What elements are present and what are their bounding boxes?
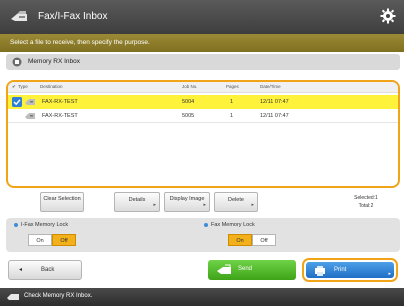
row-pages: 1 — [230, 113, 234, 119]
row-destination: FAX-RX-TEST — [42, 99, 78, 105]
print-button[interactable]: Print ▸ — [302, 258, 398, 282]
instruction-bar: Select a file to receive, then specify t… — [0, 34, 404, 52]
fax-machine-icon — [11, 11, 27, 21]
back-label: Back — [41, 267, 55, 273]
fax-lock-off-button[interactable]: Off — [252, 234, 276, 246]
file-list: ✔ Type Destination Job No. Pages Date/Ti… — [6, 80, 400, 188]
display-image-button[interactable]: Display Image ▸ — [164, 192, 210, 212]
back-arrow-icon: ◂ — [19, 267, 23, 273]
table-row[interactable]: FAX-RX-TEST 5004 1 12/11 07:47 — [8, 95, 398, 109]
clear-selection-button[interactable]: Clear Selection — [40, 192, 84, 212]
checkbox-checked-icon — [12, 97, 22, 107]
chevron-right-icon: ▸ — [153, 202, 156, 208]
printer-icon — [315, 266, 325, 276]
send-button[interactable]: Send — [208, 260, 296, 280]
fax-machine-icon — [7, 294, 19, 300]
table-row[interactable]: FAX-RX-TEST 5005 1 12/11 07:47 — [8, 109, 398, 123]
selected-count: Selected:1 — [354, 195, 378, 201]
instruction-text: Select a file to receive, then specify t… — [10, 39, 150, 46]
header-datetime: Date/Time — [260, 84, 281, 89]
bullet-icon — [14, 222, 18, 227]
clear-selection-label: Clear Selection — [43, 196, 81, 202]
window-title: Fax/I-Fax Inbox — [38, 11, 108, 22]
header-job-no: Job No. — [182, 84, 198, 89]
fax-icon — [25, 113, 35, 119]
bullet-icon — [204, 222, 208, 227]
row-destination: FAX-RX-TEST — [42, 113, 78, 119]
fax-lock-on-button[interactable]: On — [228, 234, 252, 246]
fax-icon — [25, 99, 35, 105]
header-check: ✔ — [12, 84, 16, 89]
row-pages: 1 — [230, 99, 234, 105]
fax-lock-text: Fax Memory Lock — [211, 222, 255, 228]
details-button[interactable]: Details ▸ — [114, 192, 160, 212]
chevron-right-icon: ▸ — [251, 202, 254, 208]
row-job-no: 5005 — [182, 113, 195, 119]
fax-lock-label: Fax Memory Lock — [204, 222, 255, 228]
display-image-label: Display Image — [169, 196, 205, 202]
bottom-bar: ◂ Back Send Print ▸ — [6, 258, 400, 282]
action-bar: Clear Selection Details ▸ Display Image … — [6, 190, 400, 214]
print-label: Print — [334, 267, 347, 273]
delete-label: Delete — [228, 197, 244, 203]
box-label: Memory RX Inbox — [28, 58, 81, 65]
header-destination: Destination — [40, 84, 63, 89]
ifax-lock-label: I-Fax Memory Lock — [14, 222, 68, 228]
row-divider — [8, 122, 398, 123]
details-label: Details — [128, 197, 146, 203]
send-icon — [217, 264, 231, 274]
header-pages: Pages — [226, 84, 239, 89]
gear-icon[interactable] — [380, 8, 396, 24]
ifax-lock-text: I-Fax Memory Lock — [21, 222, 69, 228]
row-datetime: 12/11 07:47 — [260, 99, 289, 105]
delete-button[interactable]: Delete ▸ — [214, 192, 258, 212]
total-count: Total:2 — [358, 203, 374, 209]
status-footer: Check Memory RX Inbox. — [0, 288, 404, 306]
title-bar: Fax/I-Fax Inbox — [0, 0, 404, 34]
memory-lock-panel: I-Fax Memory Lock On Off Fax Memory Lock… — [6, 218, 400, 252]
row-datetime: 12/11 07:47 — [260, 113, 289, 119]
header-type: Type — [18, 84, 28, 89]
footer-message: Check Memory RX Inbox. — [24, 293, 93, 299]
box-selector: Memory RX Inbox — [6, 54, 400, 70]
inbox-icon — [12, 57, 22, 67]
selection-status: Selected:1 Total:2 — [336, 194, 396, 210]
ifax-lock-on-button[interactable]: On — [28, 234, 52, 246]
row-job-no: 5004 — [182, 99, 195, 105]
list-header: ✔ Type Destination Job No. Pages Date/Ti… — [8, 82, 398, 93]
ifax-lock-off-button[interactable]: Off — [52, 234, 76, 246]
chevron-right-icon: ▸ — [203, 202, 206, 208]
send-label: Send — [238, 266, 253, 272]
chevron-right-icon: ▸ — [388, 271, 391, 277]
back-button[interactable]: ◂ Back — [8, 260, 82, 280]
